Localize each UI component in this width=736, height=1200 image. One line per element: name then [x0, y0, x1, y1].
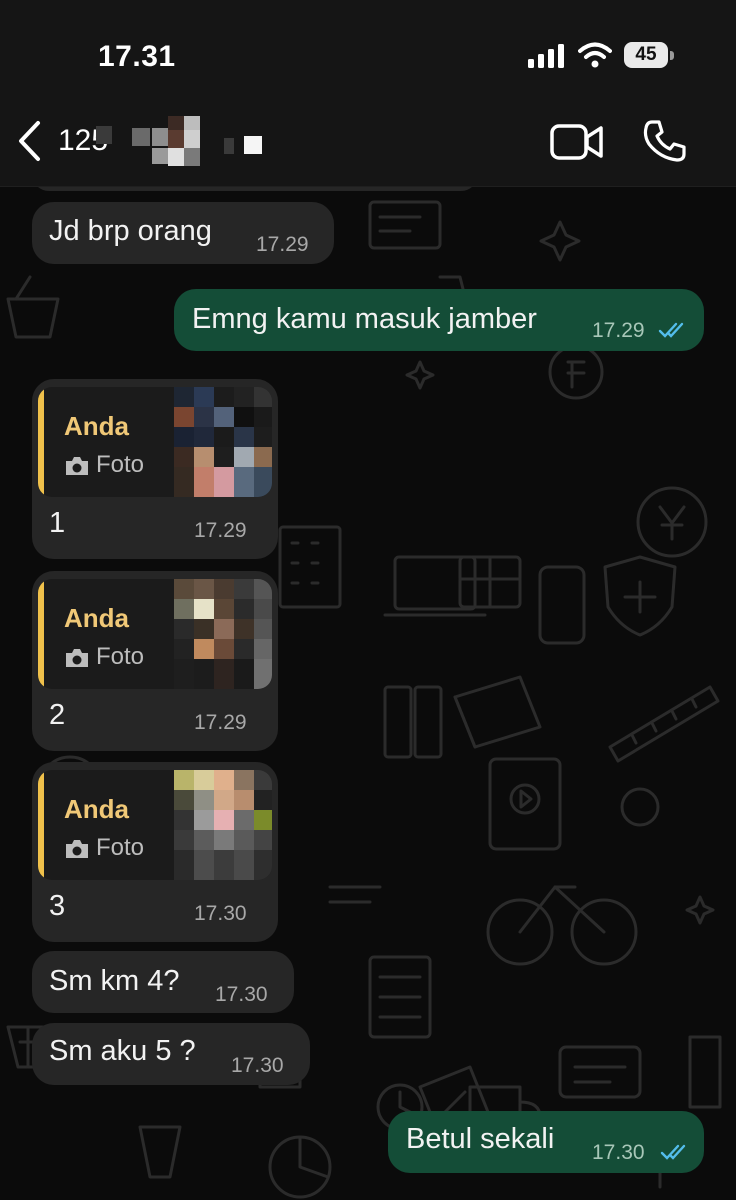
message-text: Emng kamu masuk jamber: [192, 303, 537, 335]
message-text: Sm km 4?: [49, 965, 180, 997]
quoted-message[interactable]: Anda Foto: [38, 387, 272, 497]
message-time: 17.29: [194, 519, 247, 542]
message-text: Sm aku 5 ?: [49, 1035, 196, 1067]
camera-icon: [66, 649, 88, 667]
photo-thumbnail-redacted: [174, 579, 272, 689]
message-text: 3: [49, 890, 66, 922]
message-text: 1: [49, 507, 66, 539]
reply-message-bubble[interactable]: Anda Foto 3 17.30: [32, 762, 278, 942]
quoted-message[interactable]: Anda Foto: [38, 770, 272, 880]
message-time: 17.30: [215, 983, 268, 1006]
message-bubble-partial: [32, 187, 478, 191]
battery-indicator: 45: [624, 42, 676, 70]
reply-message-bubble[interactable]: Anda Foto 1 17.29: [32, 379, 278, 559]
message-time: 17.30: [231, 1054, 284, 1077]
message-text: Betul sekali: [406, 1123, 555, 1155]
message-time: 17.30: [194, 902, 247, 925]
quoted-message[interactable]: Anda Foto: [38, 579, 272, 689]
photo-thumbnail-redacted: [174, 770, 272, 880]
quoted-media-label: Foto: [96, 451, 145, 478]
status-bar: 17.31 45: [0, 0, 736, 100]
message-bubble-incoming[interactable]: Sm km 4? 17.30: [32, 951, 294, 1013]
message-text: 2: [49, 699, 66, 731]
wifi-icon: [578, 42, 612, 68]
chat-header: 125: [0, 100, 736, 187]
quoted-author: Anda: [64, 794, 129, 824]
quoted-author: Anda: [64, 411, 129, 441]
camera-icon: [66, 457, 88, 475]
quoted-media-label: Foto: [96, 643, 145, 670]
battery-cap: [670, 51, 674, 60]
message-time: 17.30: [592, 1141, 645, 1164]
camera-icon: [66, 840, 88, 858]
quoted-media-label: Foto: [96, 834, 145, 861]
photo-thumbnail-redacted: [174, 387, 272, 497]
phone-call-icon[interactable]: [642, 118, 688, 164]
battery-percentage: 45: [624, 42, 668, 68]
message-bubble-outgoing[interactable]: Emng kamu masuk jamber 17.29: [174, 289, 704, 351]
status-time: 17.31: [98, 40, 176, 73]
chevron-left-icon[interactable]: [16, 120, 42, 162]
message-time: 17.29: [256, 233, 309, 256]
read-receipt-icon: [660, 1144, 686, 1160]
chat-area[interactable]: Jd brp orang 17.29 Emng kamu masuk jambe…: [0, 187, 736, 1200]
message-bubble-incoming[interactable]: Sm aku 5 ? 17.30: [32, 1023, 310, 1085]
message-text: Jd brp orang: [49, 215, 212, 247]
quote-accent-bar: [38, 387, 44, 497]
reply-message-bubble[interactable]: Anda Foto 2 17.29: [32, 571, 278, 751]
message-time: 17.29: [194, 711, 247, 734]
quote-accent-bar: [38, 770, 44, 880]
cellular-signal-icon: [528, 44, 564, 68]
message-time: 17.29: [592, 319, 645, 342]
message-bubble-incoming[interactable]: Jd brp orang 17.29: [32, 202, 334, 264]
quoted-author: Anda: [64, 603, 129, 633]
quote-accent-bar: [38, 579, 44, 689]
video-call-icon[interactable]: [550, 122, 604, 162]
redacted-contact-name: [96, 116, 262, 166]
read-receipt-icon: [658, 322, 684, 338]
message-bubble-outgoing[interactable]: Betul sekali 17.30: [388, 1111, 704, 1173]
